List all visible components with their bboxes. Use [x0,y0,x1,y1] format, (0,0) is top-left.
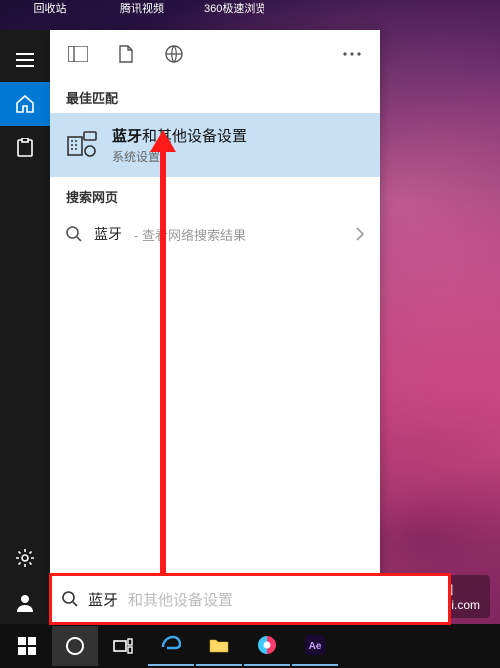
edge-browser-button[interactable] [148,626,194,666]
best-match-subtitle: 系统设置 [112,148,247,165]
file-explorer-button[interactable] [196,626,242,666]
panel-filter-tabs [50,30,380,78]
start-search-rail [0,30,50,624]
search-ghost-text: 和其他设备设置 [128,589,233,610]
search-input-box[interactable]: 蓝牙和其他设备设置 [50,574,450,624]
settings-gear-button[interactable] [0,536,50,580]
search-typed-text: 蓝牙 [88,589,118,610]
desktop-icon[interactable]: 回收站 [20,0,80,16]
filter-web-icon[interactable] [154,34,194,74]
devices-settings-icon [66,129,98,161]
desktop-icons-row: 回收站 腾讯视频 360极速浏览器 [0,0,500,30]
best-match-title-bold: 蓝牙 [112,128,142,145]
after-effects-button[interactable]: Ae [292,626,338,666]
clipboard-button[interactable] [0,126,50,170]
account-button[interactable] [0,580,50,624]
desktop-icon[interactable]: 360极速浏览器 [204,0,264,16]
task-view-button[interactable] [100,626,146,666]
filter-documents-icon[interactable] [106,34,146,74]
hamburger-button[interactable] [0,38,50,82]
start-button[interactable] [4,626,50,666]
chevron-right-icon [356,227,364,241]
taskbar: Ae [0,624,500,668]
web-hint: - 查看网络搜索结果 [134,225,246,244]
desktop-icon[interactable]: 腾讯视频 [112,0,172,16]
best-match-label: 最佳匹配 [50,78,380,113]
web-query: 蓝牙 [94,224,122,244]
search-icon [66,226,82,242]
web-search-label: 搜索网页 [50,177,380,212]
search-icon [62,591,78,607]
filter-recent-icon[interactable] [58,34,98,74]
camera360-button[interactable] [244,626,290,666]
cortana-search-button[interactable] [52,626,98,666]
annotation-arrow [160,148,166,578]
search-results-panel: 最佳匹配 蓝牙和其他设备设置 系统设置 搜索网页 [50,30,380,624]
svg-text:Ae: Ae [309,641,322,652]
panel-body: 最佳匹配 蓝牙和其他设备设置 系统设置 搜索网页 [50,78,380,624]
best-match-item[interactable]: 蓝牙和其他设备设置 系统设置 [50,113,380,177]
best-match-text: 蓝牙和其他设备设置 系统设置 [112,125,247,165]
more-options-icon[interactable] [332,34,372,74]
home-button[interactable] [0,82,50,126]
web-search-row[interactable]: 蓝牙 - 查看网络搜索结果 [50,212,380,256]
